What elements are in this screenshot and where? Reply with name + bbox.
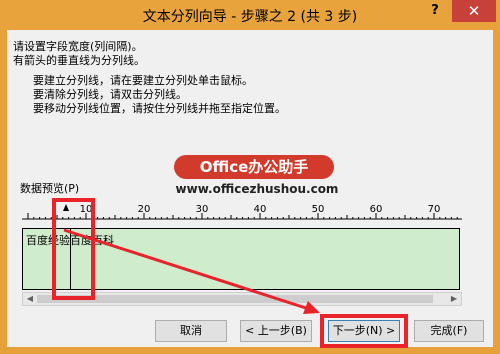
scroll-right-icon[interactable]: ▶ [448,294,460,304]
highlight-split-line-box [52,198,95,300]
ruler-tick-label: 40 [254,204,267,215]
ruler-tick-label: 60 [370,204,383,215]
instruction-line-5: 要移动分列线位置，请按住分列线并拖至指定位置。 [33,102,286,115]
title-bar[interactable]: 文本分列向导 - 步骤之 2 (共 3 步) ? ✕ [0,0,500,30]
ruler-tick-label: 50 [312,204,325,215]
scroll-thumb[interactable] [37,295,433,303]
instruction-line-2: 有箭头的垂直线为分列线。 [13,54,145,67]
help-button[interactable]: ? [420,0,450,22]
back-button[interactable]: < 上一步(B) [240,320,312,342]
finish-button[interactable]: 完成(F) [414,320,484,342]
ruler-tick-label: 30 [196,204,209,215]
text-to-columns-wizard-window: 文本分列向导 - 步骤之 2 (共 3 步) ? ✕ 请设置字段宽度(列间隔)。… [0,0,500,354]
ruler-tick-label: 70 [428,204,441,215]
scroll-left-icon[interactable]: ◀ [24,294,36,304]
watermark-url: www.officezhushou.com [175,182,339,196]
data-preview-label: 数据预览(P) [20,182,80,195]
watermark-badge: Office办公助手 [174,155,334,179]
ruler-tick-label: 20 [138,204,151,215]
cancel-button[interactable]: 取消 [155,320,227,342]
close-button[interactable]: ✕ [452,0,496,22]
highlight-next-button-box [320,314,408,348]
